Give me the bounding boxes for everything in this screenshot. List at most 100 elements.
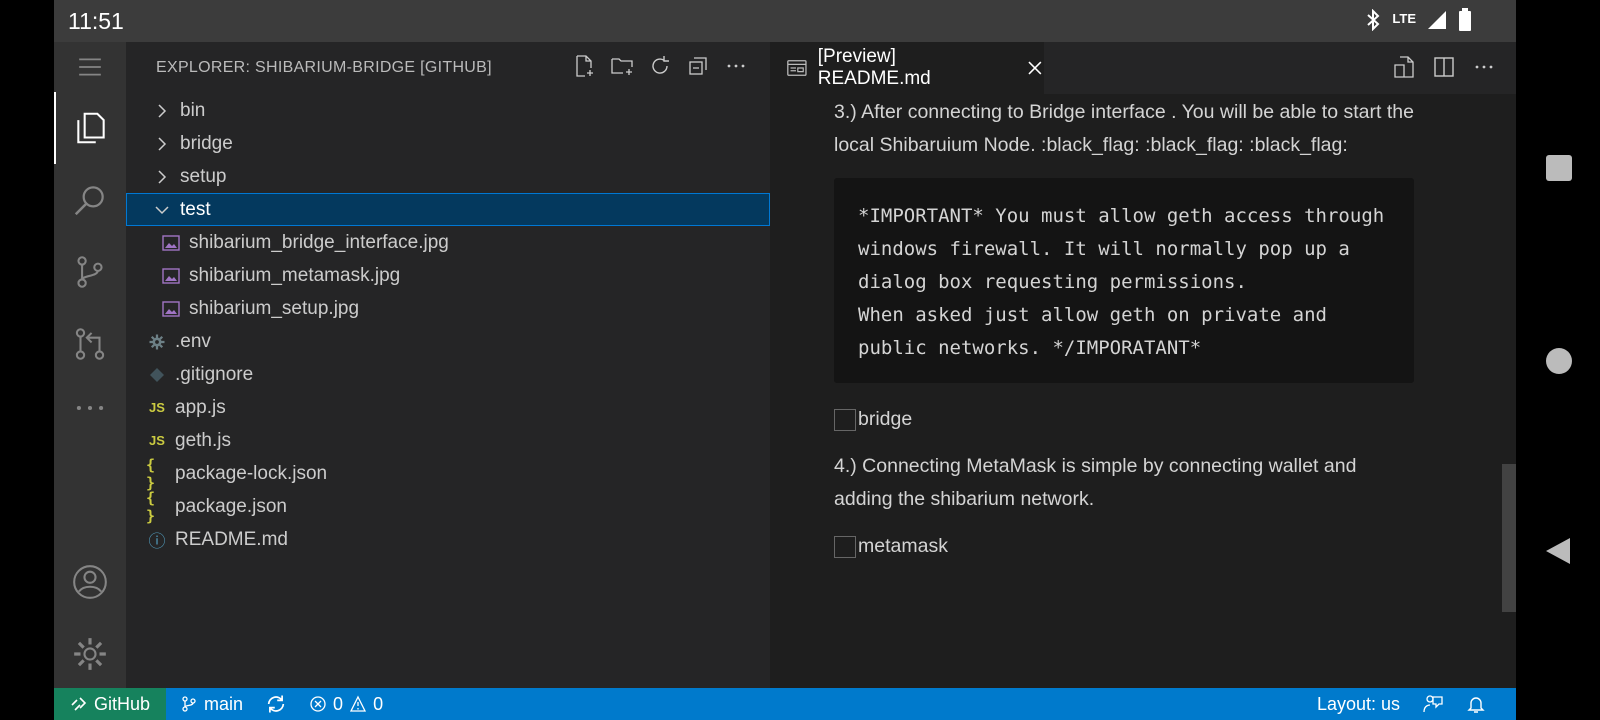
split-editor-icon[interactable] [1432,55,1456,79]
tab-label: [Preview] README.md [817,46,931,89]
tree-item-metamask-jpg[interactable]: shibarium_metamask.jpg [126,259,770,292]
tree-item-bin[interactable]: bin [126,94,770,127]
tree-item-setup[interactable]: setup [126,160,770,193]
tree-item-label: bin [180,99,206,121]
back-icon[interactable] [1544,536,1572,566]
phone-status-icons: LTE [1364,8,1472,36]
paragraph-step-3: 3.) After connecting to Bridge interface… [834,101,1414,156]
image-alt-text: bridge [858,408,913,430]
tree-item-label: package.json [175,495,287,517]
error-icon [310,696,326,712]
branch-indicator[interactable]: main [180,694,243,715]
pull-request-icon [75,328,105,360]
home-button[interactable] [1546,348,1572,374]
warning-icon [350,695,367,712]
phone-status-bar: 11:51 LTE [54,0,1516,42]
phone-time: 11:51 [68,8,124,34]
more-actions-icon[interactable] [1472,55,1496,79]
broken-image-icon [834,535,856,558]
git-icon [146,367,168,383]
feedback-icon[interactable] [1422,693,1444,715]
tab-readme-preview[interactable]: [Preview] README.md [770,42,1044,94]
new-file-icon[interactable] [572,54,596,78]
tree-item-label: test [180,198,211,220]
gear-icon [74,638,106,670]
paragraph-step-4: 4.) Connecting MetaMask is simple by con… [834,455,1357,510]
info-icon: ⓘ [148,532,166,551]
tree-item-bridge[interactable]: bridge [126,127,770,160]
hamburger-icon [79,58,101,76]
image-alt-text: metamask [858,535,948,557]
more-actions-icon[interactable] [724,54,748,78]
close-icon[interactable] [1026,59,1044,77]
explorer-button[interactable] [54,92,126,164]
new-folder-icon[interactable] [610,54,634,78]
tree-item-app-js[interactable]: JS app.js [126,391,770,424]
source-control-icon [77,256,103,288]
markdown-preview: 3.) After connecting to Bridge interface… [770,94,1516,688]
tree-item-setup-jpg[interactable]: shibarium_setup.jpg [126,292,770,325]
javascript-icon: JS [149,433,165,448]
menu-button[interactable] [54,42,126,92]
error-count: 0 [333,693,344,714]
chevron-right-icon [158,136,167,151]
search-button[interactable] [54,164,126,236]
chevron-down-icon [155,205,169,214]
search-icon [74,186,104,216]
image-bridge: bridge [834,403,1414,436]
tree-item-package-lock-json[interactable]: { } package-lock.json [126,456,770,492]
tree-item-geth-js[interactable]: JS geth.js [126,424,770,457]
network-type: LTE [1392,10,1416,26]
bell-icon[interactable] [1466,694,1486,714]
tree-item-label: shibarium_bridge_interface.jpg [189,231,449,253]
tree-item-label: app.js [175,396,226,418]
tree-item-label: README.md [175,528,288,550]
tree-item-gitignore[interactable]: .gitignore [126,358,770,391]
recents-button[interactable] [1546,155,1572,181]
tree-item-label: .gitignore [175,363,254,385]
refresh-icon[interactable] [648,54,672,78]
editor-tabs: [Preview] README.md [770,42,1516,94]
activity-bar [54,42,126,688]
explorer-title: EXPLORER: SHIBARIUM-BRIDGE [GITHUB] [156,59,492,76]
json-icon: { } [146,488,156,525]
tree-item-package-json[interactable]: { } package.json [126,488,770,525]
chevron-right-icon [158,103,167,118]
source-control-button[interactable] [54,236,126,308]
tree-item-label: setup [180,165,227,187]
scrollbar-thumb[interactable] [1502,464,1516,612]
signal-icon [1426,9,1448,35]
tree-item-test[interactable]: test [126,193,770,226]
code-block: *IMPORTANT* You must allow geth access t… [834,178,1414,383]
keyboard-layout[interactable]: Layout: us [1317,694,1400,715]
tree-item-label: package-lock.json [175,462,328,484]
tree-item-env[interactable]: .env [126,325,770,358]
accounts-button[interactable] [54,546,126,618]
remote-indicator[interactable]: GitHub [54,688,167,720]
remote-icon [71,697,87,711]
tree-item-readme-md[interactable]: ⓘ README.md [126,523,770,556]
manage-button[interactable] [54,618,126,690]
tree-item-bridge-interface-jpg[interactable]: shibarium_bridge_interface.jpg [126,226,770,259]
tree-item-label: shibarium_metamask.jpg [189,264,401,286]
account-icon [73,565,107,599]
tree-item-label: geth.js [175,429,231,451]
collapse-all-icon[interactable] [686,54,710,78]
pull-requests-button[interactable] [54,308,126,380]
sync-icon [267,695,285,713]
ellipsis-icon [76,405,104,411]
chevron-right-icon [158,169,167,184]
javascript-icon: JS [149,400,165,415]
image-file-icon [160,267,182,284]
open-source-icon[interactable] [1392,55,1416,79]
image-file-icon [160,234,182,251]
more-views-button[interactable] [54,372,126,444]
screen: 11:51 LTE EXPLORER: SHIBARIUM-BRIDGE [GI… [54,0,1516,720]
image-file-icon [160,300,182,317]
tree-item-label: .env [175,330,211,352]
sync-button[interactable] [265,693,287,715]
file-tree: bin bridge setup test shibarium_bridge_i… [126,94,770,556]
problems-indicator[interactable]: 0 0 [309,694,383,715]
broken-image-icon [834,408,856,431]
explorer-actions [572,54,748,78]
